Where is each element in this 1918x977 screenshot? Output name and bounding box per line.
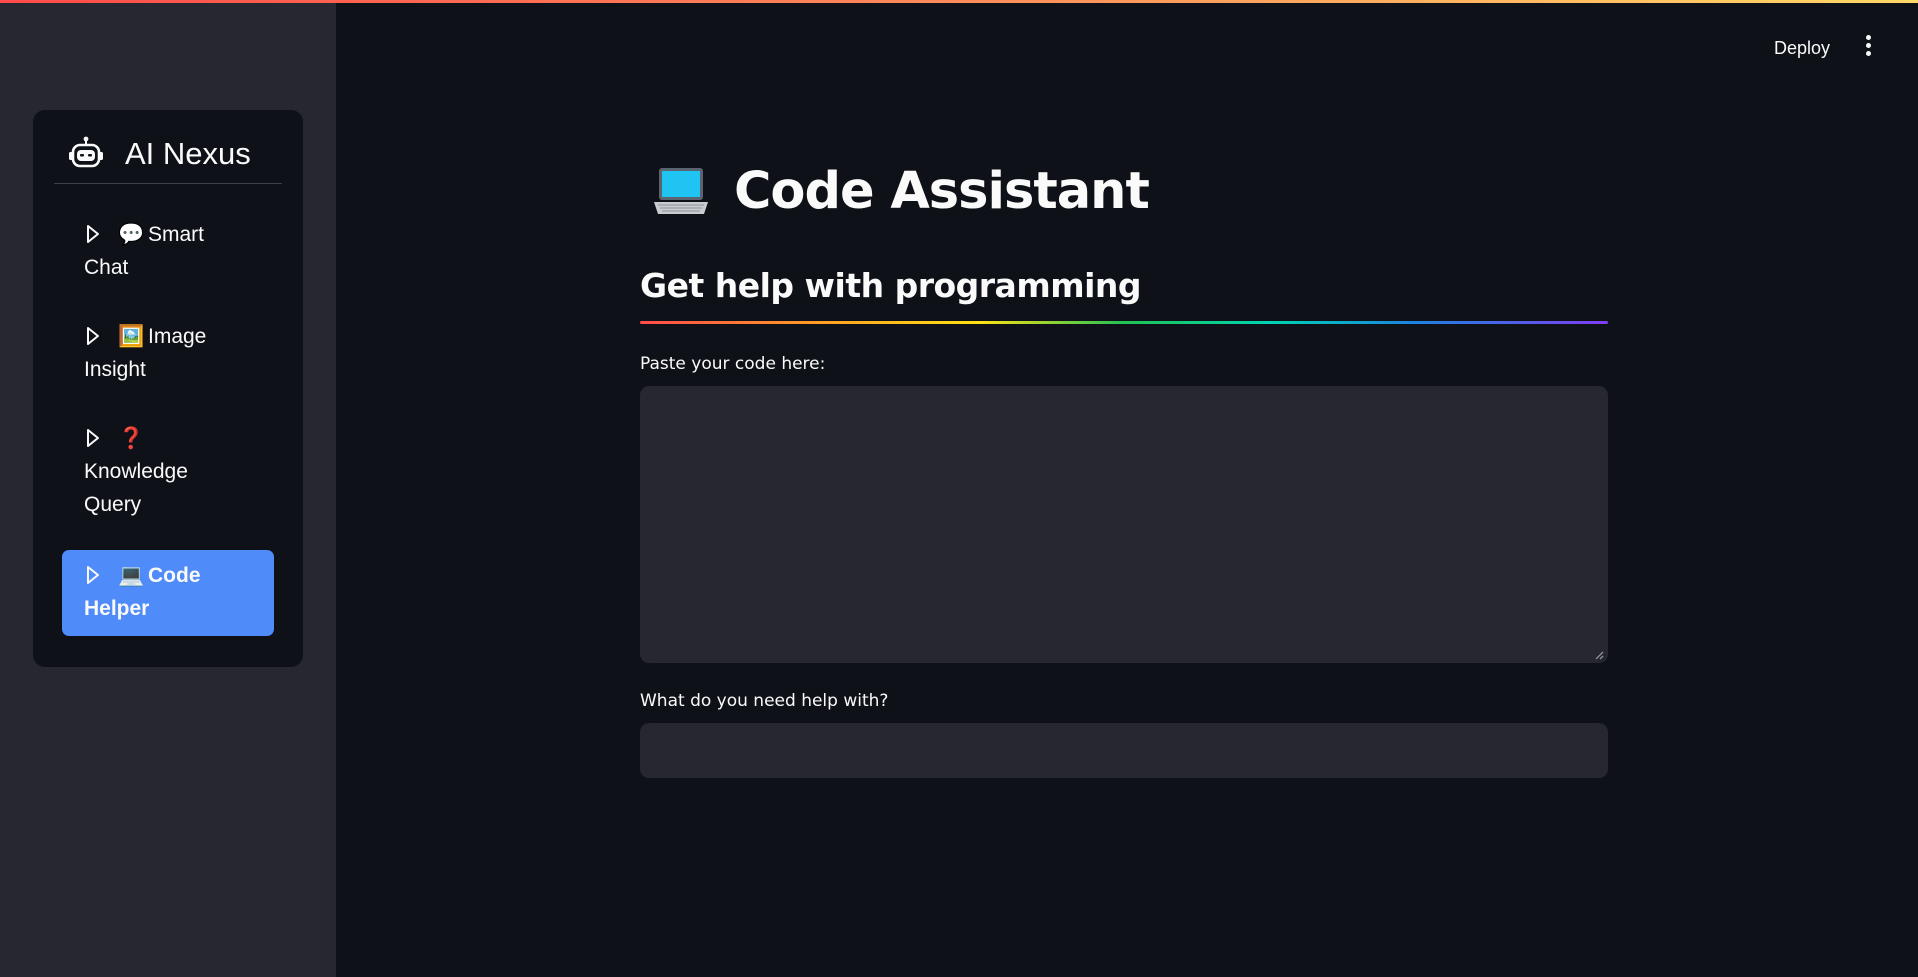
play-triangle-icon: [87, 327, 99, 345]
subheader: Get help with programming: [640, 266, 1142, 305]
kebab-menu-icon[interactable]: [1856, 35, 1880, 65]
top-decoration-bar: [0, 0, 1918, 3]
code-field-label: Paste your code here:: [640, 354, 826, 374]
robot-icon: [69, 136, 103, 167]
sidebar-item-code-helper[interactable]: 💻 Code Helper: [62, 550, 274, 636]
nav-card: AI Nexus 💬 Smart Chat 🖼️ Image Insight ❓ Know…: [33, 110, 303, 667]
sidebar: AI Nexus 💬 Smart Chat 🖼️ Image Insight ❓ Know…: [0, 0, 336, 977]
sidebar-item-smart-chat[interactable]: 💬 Smart Chat: [62, 218, 274, 284]
sidebar-item-label-cont: Chat: [84, 256, 129, 279]
deploy-button[interactable]: Deploy: [1760, 30, 1844, 67]
sidebar-item-label: Smart: [148, 223, 205, 246]
sidebar-item-label: Code: [148, 564, 201, 587]
resize-handle-icon[interactable]: [1594, 650, 1604, 660]
play-triangle-icon: [87, 225, 99, 243]
speech-bubble-icon: 💬: [118, 223, 145, 246]
help-field-label: What do you need help with?: [640, 691, 889, 711]
brand-title: AI Nexus: [125, 135, 251, 171]
sidebar-item-knowledge-query[interactable]: ❓ Knowledge Query: [62, 422, 274, 521]
sidebar-item-label: Image: [148, 325, 207, 348]
sidebar-item-label-cont: Insight: [84, 358, 146, 381]
sidebar-item-label-cont: Query: [84, 493, 142, 516]
brand: AI Nexus: [54, 134, 282, 184]
sidebar-item-label-cont: Helper: [84, 597, 150, 620]
play-triangle-icon: [87, 429, 99, 447]
play-triangle-icon: [87, 566, 99, 584]
page-title: Code Assistant: [734, 161, 1150, 221]
laptop-icon: [654, 168, 708, 214]
rainbow-divider: [640, 321, 1608, 324]
sidebar-item-label: Knowledge: [84, 460, 188, 483]
code-textarea[interactable]: [640, 386, 1608, 663]
sidebar-item-image-insight[interactable]: 🖼️ Image Insight: [62, 320, 274, 386]
help-input[interactable]: [640, 723, 1608, 778]
question-mark-icon: ❓: [118, 427, 145, 450]
picture-icon: 🖼️: [118, 325, 145, 348]
laptop-icon: 💻: [118, 564, 145, 587]
main-content: Code Assistant Get help with programming…: [640, 0, 1608, 977]
page-title-row: Code Assistant: [650, 160, 1150, 222]
